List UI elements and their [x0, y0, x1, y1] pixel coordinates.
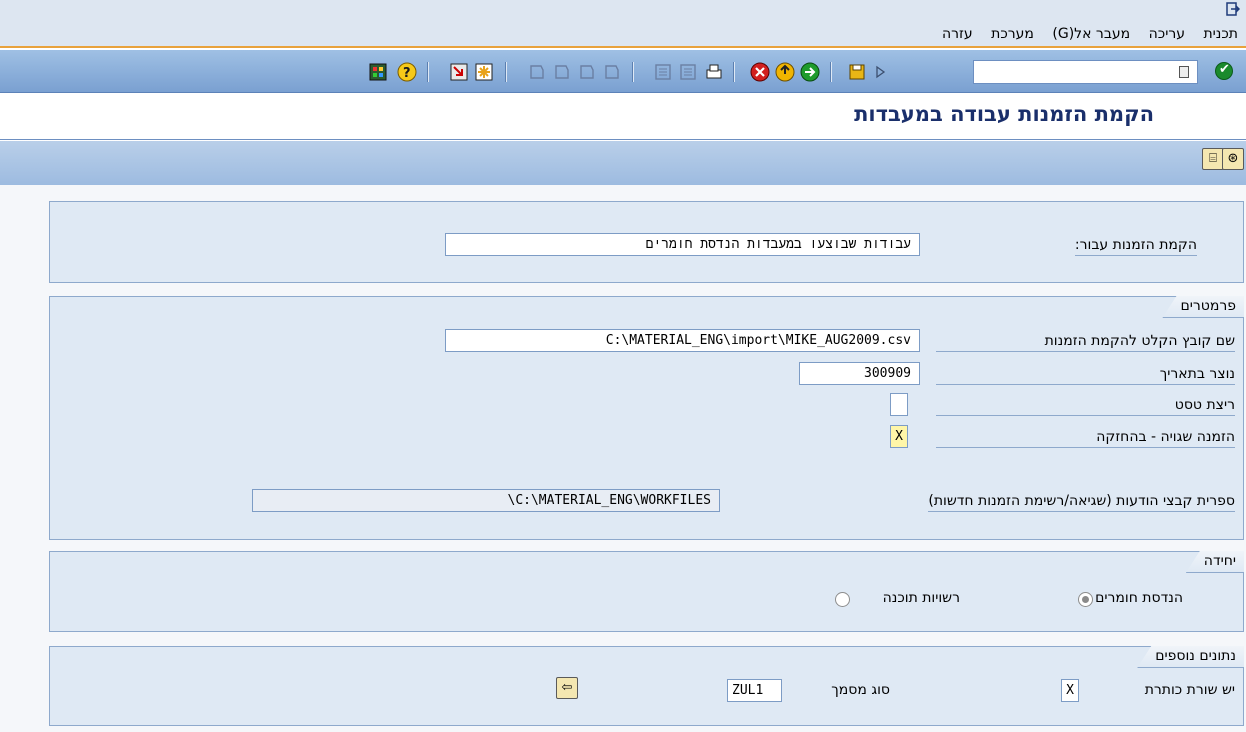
menu-help[interactable]: עזרה [942, 26, 973, 42]
execute-icon[interactable]: ⊛ [1222, 148, 1244, 170]
first-page-icon[interactable] [602, 62, 622, 82]
target-group: הקמת הזמנות עבור: עבודות שבוצעו במעבדות … [49, 201, 1244, 283]
message-folder-label: ספרית קבצי הודעות (שגיאה/רשימת הזמנות חד… [928, 493, 1235, 512]
execute-arrow-icon[interactable]: ⇦ [556, 677, 578, 699]
last-page-icon[interactable] [527, 62, 547, 82]
menu-edit[interactable]: עריכה [1149, 26, 1185, 42]
unit-group: יחידה הנדסת חומרים רשויות תוכנה [49, 551, 1244, 632]
find-icon[interactable] [678, 62, 698, 82]
created-date-label: נוצר בתאריך [936, 366, 1235, 385]
exit-session-icon[interactable] [1226, 2, 1240, 16]
unit-option-materials-radio[interactable] [1078, 592, 1093, 607]
command-field[interactable] [973, 60, 1198, 84]
input-file-label: שם קובץ הקלט להקמת הזמנות [936, 333, 1235, 352]
input-file-field[interactable]: C:\MATERIAL_ENG\import\MIKE_AUG2009.csv [445, 329, 920, 352]
svg-text:?: ? [403, 66, 411, 81]
hold-error-checkbox[interactable]: X [890, 425, 908, 448]
ok-icon[interactable] [1215, 62, 1233, 80]
hold-error-label: הזמנה שגויה - בהחזקה [936, 429, 1235, 448]
unit-group-title: יחידה [1185, 551, 1244, 573]
back-icon[interactable] [800, 62, 820, 82]
menu-program[interactable]: תכנית [1203, 26, 1238, 42]
standard-toolbar: ? [0, 50, 1246, 93]
menu-system[interactable]: מערכת [991, 26, 1034, 42]
page-title: הקמת הזמנות עבודה במעבדות [854, 102, 1154, 126]
parameters-group: פרמטרים שם קובץ הקלט להקמת הזמנות C:\MAT… [49, 296, 1244, 540]
variant-icon[interactable]: ⌸ [1202, 148, 1224, 170]
header-row-label: יש שורת כותרת [1144, 682, 1235, 698]
unit-option-materials-label: הנדסת חומרים [1095, 590, 1183, 606]
menu-bar: תכנית עריכה מעבר אל(G) מערכת עזרה [0, 0, 1246, 48]
menu-items: תכנית עריכה מעבר אל(G) מערכת עזרה [928, 26, 1238, 42]
header-row-checkbox[interactable]: X [1061, 679, 1079, 702]
toolbar-separator [632, 62, 634, 82]
exit-icon[interactable] [775, 62, 795, 82]
command-history-icon[interactable] [1179, 66, 1189, 78]
application-toolbar: ⌸ ⊛ [0, 141, 1246, 185]
help-icon[interactable]: ? [397, 62, 417, 82]
unit-option-software-label: רשויות תוכנה [882, 590, 960, 606]
document-type-label: סוג מסמך [831, 682, 890, 698]
parameters-group-title: פרמטרים [1162, 296, 1244, 318]
new-session-icon[interactable] [474, 62, 494, 82]
unit-option-software-radio[interactable] [835, 592, 850, 607]
cancel-icon[interactable] [750, 62, 770, 82]
prev-page-icon[interactable] [577, 62, 597, 82]
additional-data-group-title: נתונים נוספים [1137, 646, 1244, 668]
additional-data-group: נתונים נוספים יש שורת כותרת X סוג מסמך Z… [49, 646, 1244, 726]
document-type-field[interactable]: ZUL1 [727, 679, 782, 702]
next-page-icon[interactable] [552, 62, 572, 82]
test-run-checkbox[interactable] [890, 393, 908, 416]
layout-icon[interactable] [368, 62, 388, 82]
shortcut-icon[interactable] [449, 62, 469, 82]
toolbar-separator [830, 62, 832, 82]
toolbar-separator [427, 62, 429, 82]
save-icon[interactable] [847, 62, 867, 82]
test-run-label: ריצת טסט [936, 397, 1235, 416]
target-label: הקמת הזמנות עבור: [1074, 237, 1197, 256]
menu-goto[interactable]: מעבר אל(G) [1052, 26, 1130, 42]
created-date-field[interactable]: 300909 [799, 362, 920, 385]
play-icon[interactable] [870, 62, 890, 82]
toolbar-separator [733, 62, 735, 82]
toolbar-separator [505, 62, 507, 82]
print-icon[interactable] [704, 62, 724, 82]
find-next-icon[interactable] [653, 62, 673, 82]
title-bar: הקמת הזמנות עבודה במעבדות [0, 94, 1246, 140]
message-folder-field[interactable]: \C:\MATERIAL_ENG\WORKFILES [252, 489, 720, 512]
target-field[interactable]: עבודות שבוצעו במעבדות הנדסת חומרים [445, 233, 920, 256]
